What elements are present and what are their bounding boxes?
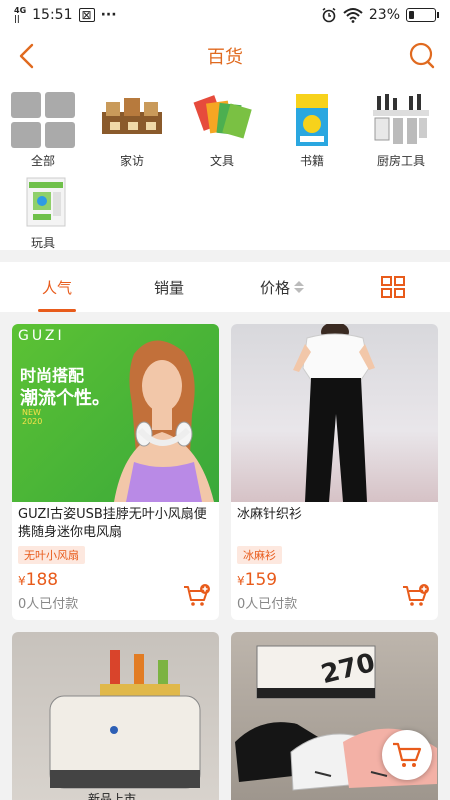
status-bar: 4G || 15:51 ⊠ ··· 23% (0, 0, 450, 30)
product-image: 新品上市 (12, 632, 219, 800)
product-title: 冰麻针织衫 (237, 507, 303, 522)
category-toys[interactable]: 玩具 (3, 174, 83, 251)
product-card[interactable]: GUZI 时尚搭配 潮流个性。 NEW 2020 GUZI古姿USB挂脖无叶小风… (12, 324, 219, 620)
category-grid: 全部 家访 文具 书籍 厨房工具 玩具 (0, 82, 450, 250)
category-stationery[interactable]: 文具 (182, 92, 262, 169)
network-indicator: 4G || (14, 6, 27, 23)
brand-logo: GUZI (18, 328, 65, 344)
sold-count: 0人已付款 (18, 597, 79, 612)
stationery-icon (190, 92, 254, 148)
add-to-cart-icon[interactable] (183, 584, 211, 608)
battery-icon (406, 8, 439, 22)
product-tag: 冰麻衫 (237, 546, 282, 564)
tab-price[interactable]: 价格 (244, 262, 320, 312)
model-figure (114, 340, 214, 502)
book-icon (280, 92, 344, 148)
product-price: ¥188 (18, 570, 59, 590)
product-slogan: 时尚搭配 (20, 366, 85, 385)
year-badge: 2020 (22, 417, 43, 426)
sort-tabs: 人气 销量 价格 (0, 262, 450, 312)
model-figure (293, 324, 375, 502)
status-time: 15:51 (32, 7, 73, 23)
promo-caption: 新品上市 (88, 792, 137, 800)
wifi-icon (343, 8, 363, 23)
home-decor-icon (100, 92, 164, 148)
tab-sales[interactable]: 销量 (138, 262, 200, 312)
kitchen-tool-icon (369, 92, 433, 148)
more-notifications-indicator: ··· (100, 7, 117, 23)
knife-sterilizer-figure (49, 650, 201, 789)
tab-popularity[interactable]: 人气 (26, 262, 88, 312)
product-price: ¥159 (237, 570, 278, 590)
grid-layout-icon (381, 276, 405, 298)
product-title: GUZI古姿USB挂脖无叶小风扇便携随身迷你电风扇 (18, 507, 207, 540)
category-home[interactable]: 家访 (92, 92, 172, 169)
alarm-icon (322, 7, 336, 23)
product-image: GUZI 时尚搭配 潮流个性。 NEW 2020 (12, 324, 219, 502)
sort-arrows-icon (294, 281, 304, 293)
product-slogan: 潮流个性。 (20, 388, 110, 409)
layout-toggle-button[interactable] (370, 262, 416, 312)
toy-icon (11, 174, 75, 230)
cart-icon (393, 742, 422, 767)
grid-icon (11, 92, 75, 148)
floating-cart-button[interactable] (382, 730, 432, 780)
product-image (231, 324, 438, 502)
back-icon[interactable] (12, 40, 44, 72)
navigation-bar: 百货 (0, 30, 450, 82)
search-icon[interactable] (406, 40, 438, 72)
category-all[interactable]: 全部 (3, 92, 83, 169)
category-books[interactable]: 书籍 (272, 92, 352, 169)
product-card[interactable]: 新品上市 (12, 632, 219, 800)
battery-percent: 23% (368, 7, 400, 23)
notification-icon: ⊠ (78, 8, 95, 22)
page-title: 百货 (207, 47, 243, 68)
add-to-cart-icon[interactable] (402, 584, 430, 608)
sold-count: 0人已付款 (237, 597, 298, 612)
product-tag: 无叶小风扇 (18, 546, 85, 564)
category-kitchen[interactable]: 厨房工具 (361, 92, 441, 169)
new-badge: NEW (22, 408, 41, 417)
product-card[interactable]: 冰麻针织衫 冰麻衫 ¥159 0人已付款 (231, 324, 438, 620)
